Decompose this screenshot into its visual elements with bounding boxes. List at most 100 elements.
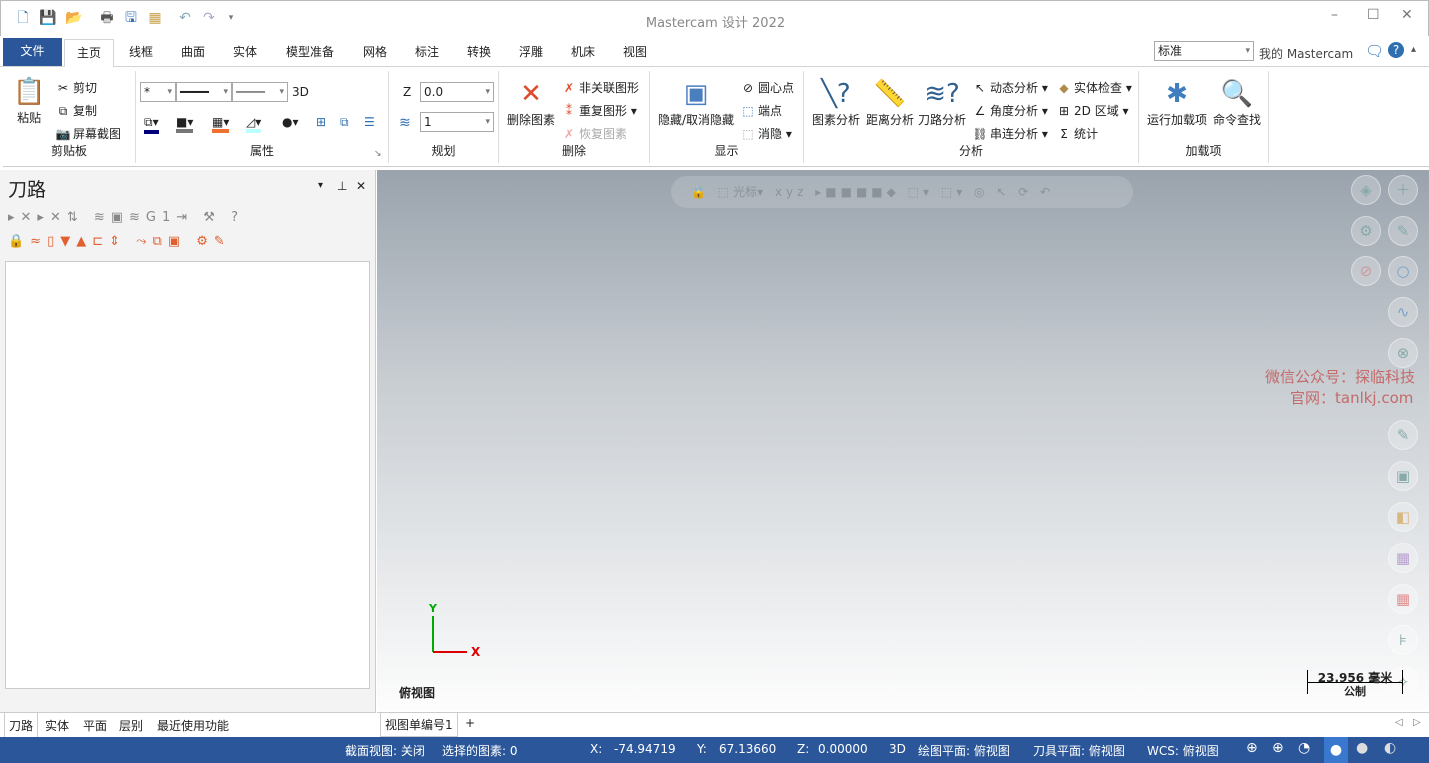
- tplane-status[interactable]: 刀具平面: 俯视图: [1033, 742, 1125, 759]
- tab-model-prep[interactable]: 模型准备: [274, 39, 346, 67]
- cube-button[interactable]: ▣: [1388, 461, 1418, 491]
- pen-button[interactable]: ✎: [1388, 420, 1418, 450]
- angle-analysis-button[interactable]: ∠ 角度分析 ▾: [972, 102, 1048, 119]
- minimize-button[interactable]: –: [1331, 7, 1338, 23]
- statistics-button[interactable]: Σ 统计: [1056, 125, 1098, 142]
- tab-file[interactable]: 文件: [3, 38, 62, 66]
- tab-levels[interactable]: 层别: [119, 717, 143, 734]
- set-all-icon[interactable]: ⊞: [316, 115, 326, 129]
- center-point-button[interactable]: ⊘ 圆心点: [740, 79, 794, 96]
- circle-button[interactable]: ○: [1388, 256, 1418, 286]
- line-width-select[interactable]: ────: [232, 82, 288, 102]
- tab-toolpaths[interactable]: 刀路: [4, 713, 39, 739]
- color-button[interactable]: ▦: [1388, 584, 1418, 614]
- sphere-button[interactable]: ⊗: [1388, 338, 1418, 368]
- solid-button[interactable]: ◧: [1388, 502, 1418, 532]
- autocursor-select[interactable]: 光标: [733, 185, 757, 199]
- mode-3d-status[interactable]: 3D: [889, 742, 906, 756]
- add-viewsheet-button[interactable]: +: [465, 716, 475, 730]
- tab-surfaces[interactable]: 曲面: [168, 39, 218, 67]
- tab-home[interactable]: 主页: [64, 39, 114, 69]
- style-select[interactable]: 标准: [1154, 41, 1254, 61]
- globe-half-icon[interactable]: ◔: [1298, 740, 1310, 756]
- globe-icon[interactable]: ⊕: [1246, 740, 1258, 756]
- analyze-entity-button[interactable]: ╲? 图素分析: [812, 77, 860, 128]
- level-input[interactable]: 1: [420, 112, 494, 132]
- paste-button[interactable]: 📋 粘贴: [13, 75, 45, 126]
- dynamic-analysis-button[interactable]: ↖ 动态分析 ▾: [972, 79, 1048, 96]
- blank-button[interactable]: ⬚ 消隐 ▾: [740, 125, 792, 142]
- blank-toggle-button[interactable]: ⊘: [1351, 256, 1381, 286]
- scroll-left-icon[interactable]: ◁: [1395, 717, 1403, 728]
- shade-button[interactable]: ▦: [1388, 543, 1418, 573]
- shaded-sphere-icon[interactable]: ●: [1324, 737, 1348, 763]
- surface-color-button[interactable]: ▦▾: [212, 115, 230, 133]
- tab-mesh[interactable]: 网格: [352, 39, 398, 67]
- tab-view[interactable]: 视图: [612, 39, 658, 67]
- scroll-right-icon[interactable]: ▷: [1413, 717, 1421, 728]
- toolpath-tree[interactable]: [5, 261, 370, 689]
- toolpath-toolbar-row2[interactable]: 🔒≈▯▼▲⊏⇕ ⤳⧉▣ ⚙✎: [8, 234, 231, 249]
- cut-button[interactable]: ✂ 剪切: [55, 79, 97, 96]
- endpoint-button[interactable]: ⬚ 端点: [740, 102, 782, 119]
- hide-unhide-button[interactable]: ▣ 隐藏/取消隐藏: [658, 77, 734, 128]
- sphere-slash-icon[interactable]: ◐: [1384, 740, 1396, 756]
- undelete-button[interactable]: ✗ 恢复图素: [561, 125, 627, 142]
- chain-analysis-button[interactable]: ⛓ 串连分析 ▾: [972, 125, 1047, 142]
- screenshot-button[interactable]: 📷 屏幕截图: [55, 125, 122, 142]
- area-2d-button[interactable]: ⊞ 2D 区域 ▾: [1056, 102, 1129, 119]
- wcs-status[interactable]: WCS: 俯视图: [1147, 742, 1219, 759]
- solid-color-button[interactable]: ■▾: [176, 115, 194, 133]
- levels-button[interactable]: ◈: [1351, 175, 1381, 205]
- close-button[interactable]: ✕: [1401, 7, 1413, 23]
- delete-entities-button[interactable]: ✕ 删除图素: [507, 77, 555, 128]
- tab-wireframe[interactable]: 线框: [118, 39, 164, 67]
- tab-recent-functions[interactable]: 最近使用功能: [157, 717, 229, 734]
- sphere-icon[interactable]: ●: [1356, 740, 1368, 756]
- wireframe-color-button[interactable]: ⧉▾: [144, 115, 159, 134]
- tab-solids[interactable]: 实体: [222, 39, 268, 67]
- tool-button[interactable]: ✎: [1388, 216, 1418, 246]
- unassociate-button[interactable]: ✗ 非关联图形: [561, 79, 639, 96]
- run-addin-button[interactable]: ✱ 运行加载项: [1147, 77, 1207, 128]
- maximize-button[interactable]: ☐: [1367, 7, 1380, 23]
- globe-grid-icon[interactable]: ⊕: [1272, 740, 1284, 756]
- set-attributes-icon[interactable]: ⧉: [340, 115, 349, 130]
- tab-transform[interactable]: 转换: [456, 39, 502, 67]
- material-button[interactable]: ●▾: [282, 115, 299, 129]
- pin-icon[interactable]: ⊥: [337, 179, 347, 193]
- toolpath-toolbar-row1[interactable]: ▸✕▸✕⇅ ≋▣≋G1⇥ ⚒ ?: [8, 210, 244, 225]
- copy-button[interactable]: ⧉ 复制: [55, 102, 97, 119]
- collapse-ribbon-icon[interactable]: ▴: [1411, 44, 1416, 55]
- tab-planes[interactable]: 平面: [83, 717, 107, 734]
- add-button[interactable]: ＋: [1388, 175, 1418, 205]
- feedback-icon[interactable]: 🗨: [1365, 42, 1384, 60]
- viewsheet-tab[interactable]: 视图单编号1: [380, 713, 458, 737]
- my-mastercam-link[interactable]: 我的 Mastercam: [1259, 45, 1353, 62]
- graphics-viewport[interactable]: 🔒 ⬚光标▾ xyz ▸■■■■◆ ⬚▾ ⬚▾ ◎ ↖ ⟳ ↶ ◈ ＋ ⚙ ✎ …: [377, 170, 1429, 710]
- analyze-toolpath-button[interactable]: ≋? 刀路分析: [918, 77, 966, 128]
- translucency-button[interactable]: ◿▾: [246, 115, 262, 133]
- panel-close-icon[interactable]: ✕: [356, 179, 366, 193]
- z-coordinate[interactable]: 0.00000: [818, 742, 868, 756]
- tab-solids-panel[interactable]: 实体: [45, 717, 69, 734]
- point-style-select[interactable]: *: [140, 82, 176, 102]
- mode-3d-toggle[interactable]: 3D: [292, 85, 309, 99]
- tab-machine[interactable]: 机床: [560, 39, 606, 67]
- analyze-distance-button[interactable]: 📏 距离分析: [866, 77, 914, 128]
- tab-relief[interactable]: 浮雕: [508, 39, 554, 67]
- tab-drafting[interactable]: 标注: [404, 39, 450, 67]
- solid-check-button[interactable]: ◆ 实体检查 ▾: [1056, 79, 1131, 96]
- command-finder-button[interactable]: 🔍 命令查找: [1213, 77, 1261, 128]
- settings-button[interactable]: ⚙: [1351, 216, 1381, 246]
- plane-button[interactable]: ⊧: [1388, 625, 1418, 655]
- cplane-status[interactable]: 绘图平面: 俯视图: [918, 742, 1010, 759]
- line-style-select[interactable]: ━━━━: [176, 82, 232, 102]
- help-icon[interactable]: ?: [1388, 42, 1404, 58]
- selection-toolbar[interactable]: 🔒 ⬚光标▾ xyz ▸■■■■◆ ⬚▾ ⬚▾ ◎ ↖ ⟳ ↶: [671, 176, 1133, 208]
- duplicate-button[interactable]: ⁑ 重复图形 ▾: [561, 102, 637, 119]
- curve-button[interactable]: ∿: [1388, 297, 1418, 327]
- panel-menu-icon[interactable]: ▾: [318, 180, 323, 191]
- clear-colors-icon[interactable]: ☰: [364, 115, 375, 129]
- z-depth-input[interactable]: 0.0: [420, 82, 494, 102]
